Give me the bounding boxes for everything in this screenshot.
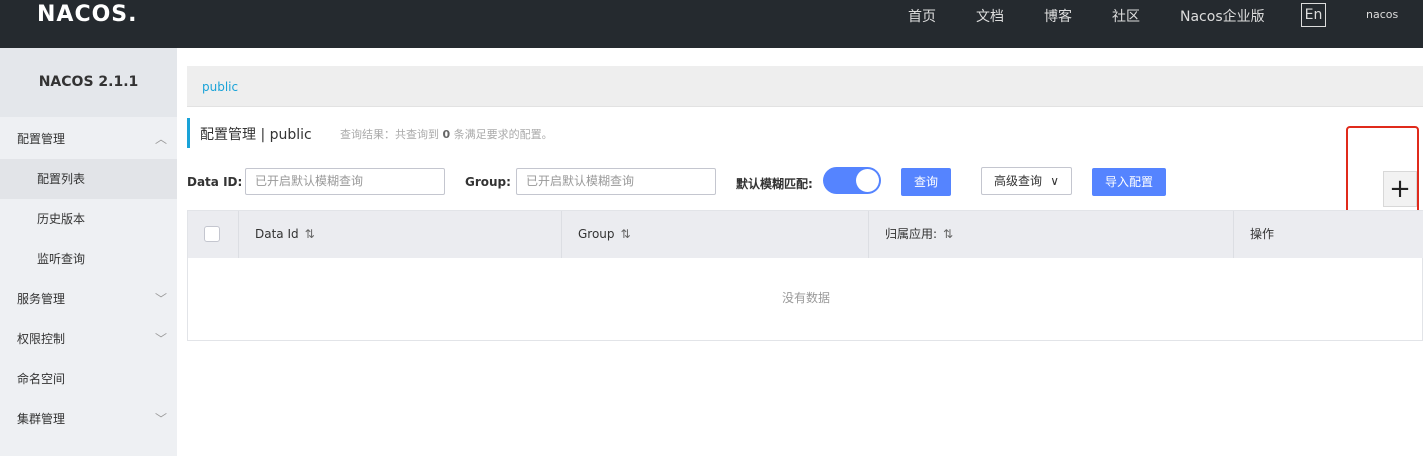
empty-table-message: 没有数据 [781,291,830,305]
sort-icon[interactable]: ⇅ [621,227,631,241]
sidebar-item-label: 配置列表 [37,172,86,186]
group-label: Group: [465,175,511,189]
nav-docs[interactable]: 文档 [976,6,1004,26]
query-button[interactable]: 查询 [901,168,951,196]
nav-community[interactable]: 社区 [1112,6,1140,26]
sidebar-item-service-management[interactable]: 服务管理 ﹀ [0,279,177,319]
query-result-prefix: 查询结果：共查询到 [340,128,443,141]
table-header: Data Id ⇅ Group ⇅ 归属应用: ⇅ 操作 [188,211,1423,258]
namespace-bar: public [187,66,1423,107]
sidebar-item-label: 集群管理 [17,412,66,426]
sidebar-item-label: 配置管理 [17,132,66,146]
sidebar-item-config-management[interactable]: 配置管理 ︿ [0,119,177,159]
user-menu[interactable]: nacos [1366,8,1398,21]
data-id-label: Data ID: [187,175,243,189]
advanced-query-label: 高级查询 [994,174,1043,188]
config-table: Data Id ⇅ Group ⇅ 归属应用: ⇅ 操作 没有数据 [187,210,1423,341]
column-header-group[interactable]: Group ⇅ [562,211,869,258]
query-result-text: 查询结果：共查询到 0 条满足要求的配置。 [340,126,553,142]
sidebar-item-access-control[interactable]: 权限控制 ﹀ [0,319,177,359]
toggle-knob [856,169,879,192]
column-label: 操作 [1250,227,1275,241]
chevron-up-icon: ︿ [154,132,167,146]
import-config-button[interactable]: 导入配置 [1092,168,1166,196]
chevron-down-icon: ∨ [1050,174,1059,188]
chevron-down-icon: ﹀ [154,292,167,306]
page-title: 配置管理 | public [200,127,312,143]
sidebar-item-label: 服务管理 [17,292,66,306]
top-header: NACOS. 首页 文档 博客 社区 Nacos企业版 En nacos [0,0,1423,48]
fuzzy-match-toggle[interactable] [823,167,881,194]
column-label: Group [578,227,615,241]
title-accent-bar [187,118,190,148]
nav-blog[interactable]: 博客 [1044,6,1072,26]
add-config-button[interactable]: + [1383,171,1417,207]
select-all-cell [188,211,239,258]
column-header-actions: 操作 [1234,211,1423,258]
sidebar-item-config-list[interactable]: 配置列表 [0,159,177,199]
query-result-suffix: 条满足要求的配置。 [450,128,553,141]
sidebar: NACOS 2.1.1 配置管理 ︿ 配置列表 历史版本 监听查询 服务管理 ﹀… [0,48,177,456]
sidebar-item-history[interactable]: 历史版本 [0,199,177,239]
advanced-query-button[interactable]: 高级查询 ∨ [981,167,1072,195]
sidebar-item-label: 监听查询 [37,252,86,266]
sidebar-item-cluster-management[interactable]: 集群管理 ﹀ [0,399,177,439]
select-all-checkbox[interactable] [204,226,220,242]
nav-home[interactable]: 首页 [908,6,936,26]
chevron-down-icon: ﹀ [154,332,167,346]
sidebar-item-label: 历史版本 [37,212,86,226]
sort-icon[interactable]: ⇅ [305,227,315,241]
sort-icon[interactable]: ⇅ [943,227,953,241]
sidebar-item-label: 权限控制 [17,332,66,346]
nav-enterprise[interactable]: Nacos企业版 [1180,6,1265,26]
sidebar-item-listener-query[interactable]: 监听查询 [0,239,177,279]
namespace-public-link[interactable]: public [202,80,238,94]
query-result-count: 0 [442,128,451,141]
nacos-logo[interactable]: NACOS. [37,2,138,27]
column-label: Data Id [255,227,299,241]
sidebar-item-label: 命名空间 [17,372,66,386]
language-switch-button[interactable]: En [1301,3,1326,27]
column-header-data-id[interactable]: Data Id ⇅ [239,211,562,258]
data-id-input[interactable]: 已开启默认模糊查询 [245,168,445,195]
chevron-down-icon: ﹀ [154,412,167,426]
column-label: 归属应用: [885,227,938,241]
column-header-app[interactable]: 归属应用: ⇅ [869,211,1234,258]
fuzzy-match-label: 默认模糊匹配: [736,177,813,191]
group-input[interactable]: 已开启默认模糊查询 [516,168,716,195]
sidebar-item-namespace[interactable]: 命名空间 [0,359,177,399]
sidebar-title: NACOS 2.1.1 [0,48,177,117]
